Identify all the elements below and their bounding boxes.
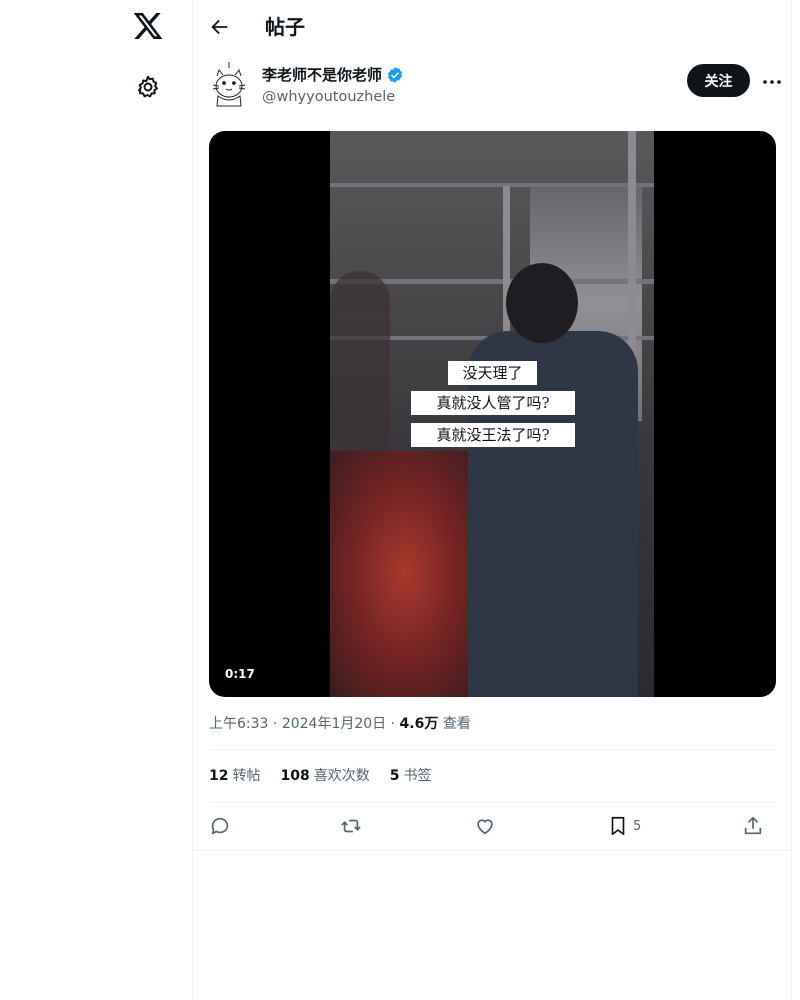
bookmark-count: 5 (633, 818, 642, 834)
likes-stat[interactable]: 108 喜欢次数 (280, 766, 369, 786)
video-duration: 0:17 (225, 667, 255, 681)
reply-icon (211, 817, 229, 835)
retweet-button[interactable] (340, 812, 362, 840)
avatar[interactable] (209, 62, 249, 108)
video-player[interactable]: 没天理了 真就没人管了吗? 真就没王法了吗? 0:17 (209, 131, 776, 697)
bookmark-icon (611, 816, 625, 836)
retweet-icon (341, 819, 361, 833)
left-sidebar (0, 0, 193, 1000)
reply-button[interactable] (209, 812, 231, 840)
divider (193, 850, 793, 851)
share-button[interactable] (742, 812, 764, 840)
divider (209, 802, 776, 803)
back-arrow-icon[interactable] (209, 16, 231, 38)
author-handle[interactable]: @whyyoutouzhele (262, 87, 395, 107)
action-bar: 5 (209, 812, 776, 842)
red-jacket-figure (330, 451, 480, 697)
bookmarks-stat[interactable]: 5 书签 (390, 766, 432, 786)
post-date[interactable]: 2024年1月20日 (282, 716, 386, 732)
views-label: 查看 (442, 716, 471, 732)
bookmark-button[interactable]: 5 (607, 812, 641, 840)
verified-badge-icon (387, 67, 403, 83)
heart-icon (477, 819, 493, 835)
person-figure (468, 331, 638, 697)
post-header: 帖子 (193, 0, 793, 54)
post-author: 李老师不是你老师 @whyyoutouzhele 关注 (209, 62, 781, 110)
divider (209, 749, 776, 750)
video-caption: 真就没人管了吗? (411, 391, 575, 415)
x-logo-icon[interactable] (132, 10, 164, 42)
retweets-stat[interactable]: 12 转帖 (209, 766, 260, 786)
video-caption: 真就没王法了吗? (411, 423, 575, 447)
video-caption: 没天理了 (448, 361, 537, 385)
like-button[interactable] (474, 812, 496, 840)
views-count: 4.6万 (399, 716, 439, 732)
share-icon (744, 816, 762, 835)
gear-icon[interactable] (135, 74, 161, 100)
page-title: 帖子 (265, 15, 305, 39)
more-options-icon[interactable] (760, 70, 784, 94)
post-time[interactable]: 上午6:33 (209, 716, 268, 732)
author-name-row: 李老师不是你老师 (262, 65, 404, 85)
follow-button[interactable]: 关注 (687, 64, 750, 97)
post-column: 帖子 李老师不是你老师 @whyyoutouzhele 关注 没天理了 真就没人… (192, 0, 793, 1000)
post-stats: 12 转帖 108 喜欢次数 5 书签 (209, 766, 431, 786)
post-meta: 上午6:33 · 2024年1月20日 · 4.6万 查看 (209, 716, 471, 732)
author-name[interactable]: 李老师不是你老师 (262, 65, 382, 85)
